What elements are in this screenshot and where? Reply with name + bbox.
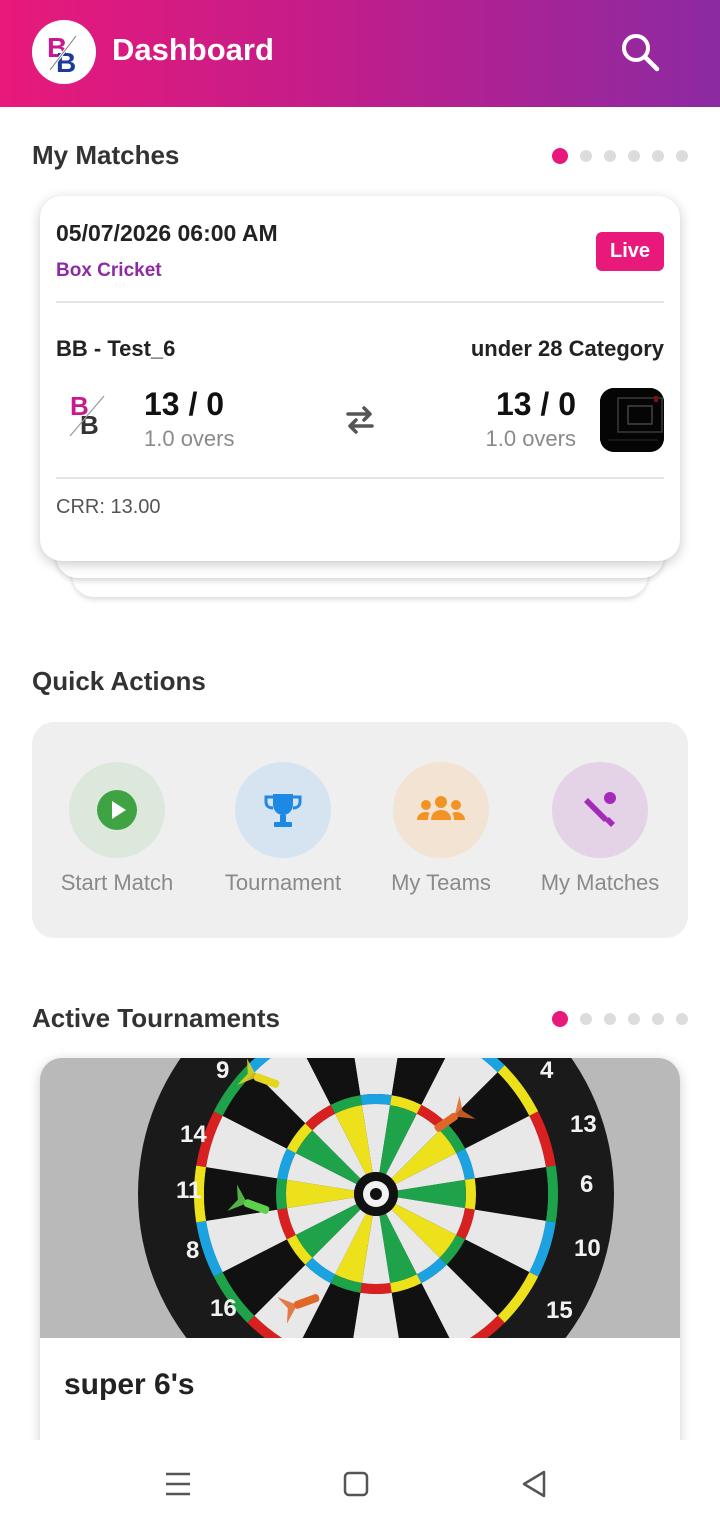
dartboard-number: 14	[180, 1121, 207, 1148]
system-navigation-bar	[0, 1440, 720, 1527]
start-match-circle[interactable]	[69, 762, 165, 858]
dartboard-number: 6	[580, 1171, 593, 1198]
search-icon	[622, 34, 660, 72]
quick-actions-panel: Start Match Tournament My Teams My Match…	[32, 722, 688, 938]
divider	[56, 477, 664, 479]
team2-score: 13 / 0	[495, 386, 576, 422]
divider	[56, 301, 664, 303]
app-header: B B Dashboard	[0, 0, 720, 107]
team2-name: under 28 Category	[470, 336, 664, 361]
tournament-button[interactable]: Tournament	[203, 722, 363, 938]
current-run-rate: CRR: 13.00	[56, 496, 161, 518]
dartboard-image: 9 4 14 13 11 6 8 10 16 15	[138, 1058, 614, 1432]
carousel-dot[interactable]	[676, 150, 688, 162]
tournament-label: Tournament	[224, 870, 342, 895]
carousel-dot-active[interactable]	[552, 148, 568, 164]
back-nav-button[interactable]	[510, 1460, 558, 1508]
home-nav-button[interactable]	[332, 1460, 380, 1508]
team1-name: BB - Test_6	[56, 336, 176, 361]
team2-overs: 1.0 overs	[485, 426, 577, 451]
swap-icon	[342, 402, 378, 438]
app-logo: B B	[32, 20, 96, 84]
svg-text:B: B	[56, 47, 76, 78]
match-type: Box Cricket	[56, 260, 162, 281]
my-matches-button[interactable]: My Matches	[520, 722, 680, 938]
carousel-dot[interactable]	[628, 150, 640, 162]
carousel-dot[interactable]	[652, 150, 664, 162]
my-matches-circle[interactable]	[552, 762, 648, 858]
my-matches-heading: My Matches	[32, 140, 180, 170]
dartboard-segment	[360, 1282, 392, 1294]
dartboard-number: 15	[546, 1297, 573, 1324]
carousel-dot[interactable]	[604, 1013, 616, 1025]
match-datetime: 05/07/2026 06:00 AM	[56, 220, 278, 246]
matches-carousel-dots[interactable]	[552, 148, 688, 164]
dartboard-number: 10	[574, 1235, 601, 1262]
carousel-dot[interactable]	[652, 1013, 664, 1025]
tournament-card[interactable]: 9 4 14 13 11 6 8 10 16 15 super 6's	[40, 1058, 680, 1478]
group-icon	[417, 796, 465, 820]
tournament-circle[interactable]	[235, 762, 331, 858]
menu-nav-button[interactable]	[154, 1460, 202, 1508]
quick-actions-heading: Quick Actions	[32, 666, 206, 696]
team1-overs: 1.0 overs	[144, 426, 235, 451]
dartboard-number: 9	[216, 1058, 229, 1084]
start-match-button[interactable]: Start Match	[37, 722, 197, 938]
start-match-label: Start Match	[60, 870, 174, 895]
search-button[interactable]	[616, 28, 664, 76]
dartboard-number: 16	[210, 1295, 237, 1322]
dartboard-number: 4	[540, 1058, 554, 1084]
team1-logo: B B	[64, 388, 112, 440]
dartboard-number: 11	[176, 1177, 201, 1204]
carousel-dot[interactable]	[604, 150, 616, 162]
carousel-dot[interactable]	[580, 1013, 592, 1025]
my-teams-label: My Teams	[391, 870, 491, 895]
live-badge: Live	[596, 232, 664, 271]
trophy-icon	[264, 794, 302, 827]
dartboard-number: 13	[570, 1111, 597, 1138]
back-triangle-icon	[522, 1470, 546, 1498]
carousel-dot[interactable]	[628, 1013, 640, 1025]
dartboard-segment	[464, 1178, 476, 1210]
menu-icon	[166, 1472, 190, 1496]
team1-score: 13 / 0	[144, 386, 225, 422]
match-card[interactable]: 05/07/2026 06:00 AM Box Cricket Live BB …	[40, 196, 680, 561]
tournament-banner-image: 9 4 14 13 11 6 8 10 16 15	[40, 1058, 680, 1432]
my-matches-label: My Matches	[540, 870, 660, 895]
my-teams-button[interactable]: My Teams	[361, 722, 521, 938]
dartboard-segment	[276, 1178, 288, 1210]
carousel-dot-active[interactable]	[552, 1011, 568, 1027]
my-teams-circle[interactable]	[393, 762, 489, 858]
page-title: Dashboard	[112, 32, 274, 67]
svg-text:B: B	[80, 410, 99, 440]
dartboard-segment	[360, 1094, 392, 1106]
active-tournaments-heading: Active Tournaments	[32, 1003, 281, 1033]
tournaments-carousel-dots[interactable]	[552, 1011, 688, 1027]
carousel-dot[interactable]	[580, 150, 592, 162]
carousel-dot[interactable]	[676, 1013, 688, 1025]
dartboard-bullseye-center	[370, 1188, 382, 1200]
home-square-icon	[343, 1471, 369, 1497]
cricket-icon	[584, 792, 616, 827]
team2-logo	[600, 388, 664, 452]
dartboard-number: 8	[186, 1237, 199, 1264]
tournament-name: super 6's	[64, 1368, 195, 1401]
play-icon	[97, 790, 137, 830]
